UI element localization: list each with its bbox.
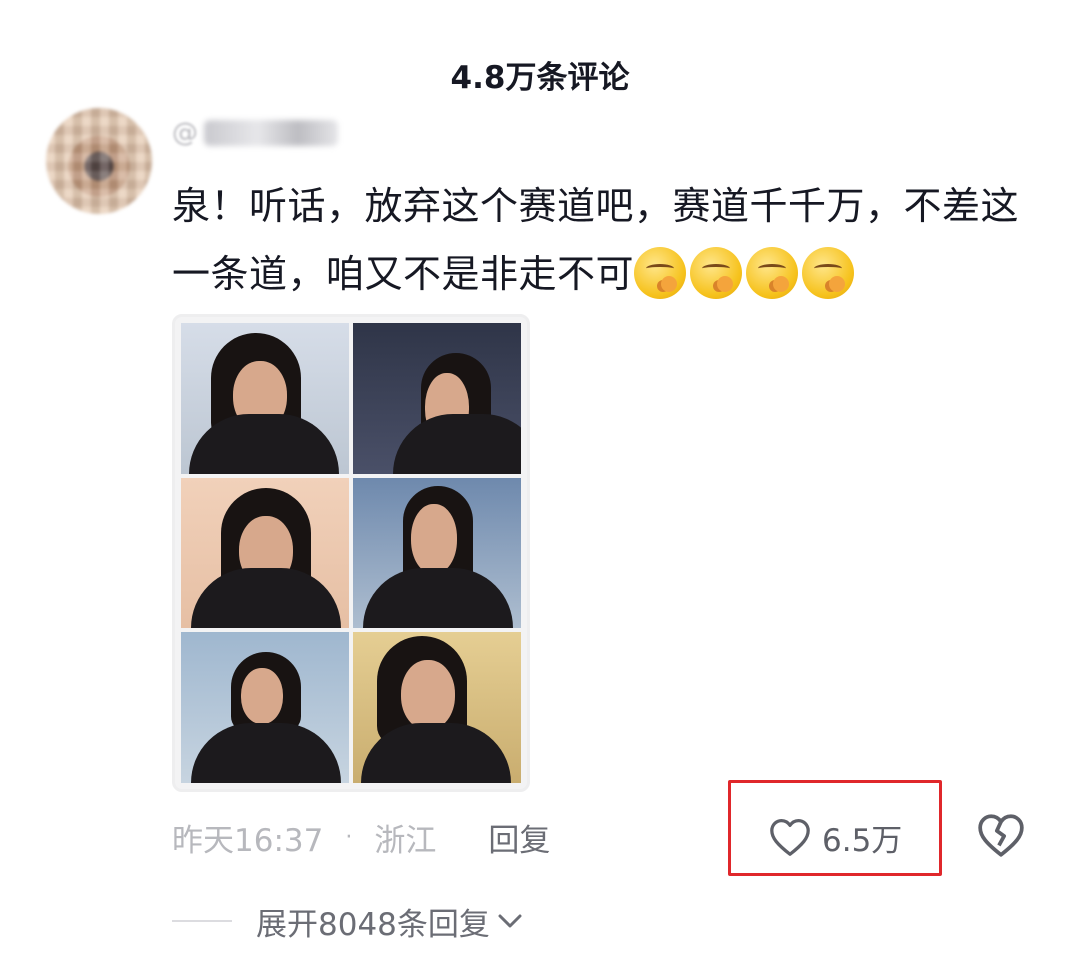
chevron-down-icon xyxy=(498,914,522,928)
collage-photo xyxy=(353,323,521,474)
username[interactable]: @ xyxy=(172,114,338,152)
like-count: 6.5万 xyxy=(822,822,903,859)
comments-count-title: 4.8万条评论 xyxy=(450,60,630,96)
collage-photo xyxy=(353,632,521,783)
blurred-username xyxy=(204,120,338,146)
location: 浙江 xyxy=(374,822,437,859)
shushing-face-emoji xyxy=(802,247,855,299)
reply-button[interactable]: 回复 xyxy=(488,815,550,860)
divider-line xyxy=(172,920,232,922)
comment-text: 泉！听话，放弃这个赛道吧，赛道千千万，不差这一条道，咱又不是非走不可 xyxy=(172,172,1042,308)
avatar[interactable] xyxy=(46,108,152,214)
shushing-face-emoji xyxy=(634,247,687,299)
shushing-face-emoji xyxy=(746,247,799,299)
comment-image-collage[interactable] xyxy=(172,314,530,792)
heart-icon xyxy=(770,819,810,856)
timestamp: 昨天16:37 xyxy=(172,822,324,859)
collage-photo xyxy=(181,632,349,783)
shushing-face-emoji xyxy=(690,247,743,299)
dislike-button[interactable] xyxy=(976,812,1026,862)
collage-photo xyxy=(181,477,349,629)
expand-replies-button[interactable]: 展开8048条回复 xyxy=(172,894,524,948)
like-button[interactable]: 6.5万 xyxy=(768,812,902,862)
username-prefix: @ xyxy=(172,118,198,148)
collage-photo xyxy=(181,323,349,474)
broken-heart-icon xyxy=(978,814,1024,857)
comment-meta: 昨天16:37 · 浙江 回复 xyxy=(172,812,550,862)
collage-photo xyxy=(353,477,521,629)
expand-replies-label: 展开8048条回复 xyxy=(256,906,490,943)
comment-body: 泉！听话，放弃这个赛道吧，赛道千千万，不差这一条道，咱又不是非走不可 xyxy=(172,184,1020,296)
meta-separator: · xyxy=(345,824,353,850)
